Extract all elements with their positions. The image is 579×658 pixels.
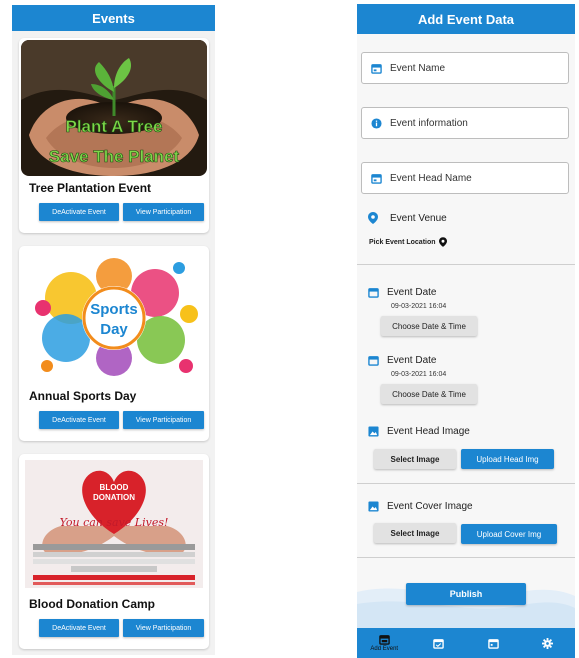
- sports-day-image: Sports Day: [21, 248, 207, 384]
- blood-image-text-1: BLOOD: [100, 483, 129, 492]
- select-head-image-button[interactable]: Select Image: [374, 449, 456, 469]
- nav-calendar-check[interactable]: [412, 628, 467, 658]
- choose-date-time-button[interactable]: Choose Date & Time: [381, 316, 477, 336]
- events-screen: Events Plant A Tree Save The Planet Tree…: [12, 5, 215, 655]
- events-app-bar: Events: [12, 5, 215, 31]
- event-date-value: 09-03-2021 16:04: [391, 303, 447, 310]
- blood-image-text-2: DONATION: [93, 493, 135, 502]
- calendar-icon: [370, 62, 382, 74]
- nav-settings[interactable]: [521, 628, 576, 658]
- blood-donation-image: BLOOD DONATION You can save Lives!: [21, 456, 207, 592]
- pick-event-location-label: Pick Event Location: [369, 238, 436, 246]
- tree-image-text-1: Plant A Tree: [66, 117, 163, 136]
- tree-image-text-2: Save The Planet: [49, 147, 180, 166]
- calendar-icon: [487, 638, 499, 649]
- location-pin-icon: [367, 212, 379, 224]
- divider: [357, 557, 575, 558]
- view-participation-button[interactable]: View Participation: [123, 411, 204, 429]
- card-title: Blood Donation Camp: [29, 597, 155, 611]
- event-head-name-placeholder: Event Head Name: [390, 172, 472, 184]
- add-event-app-bar: Add Event Data: [357, 4, 575, 34]
- add-event-form: Event Name Event information Event Head …: [357, 34, 575, 628]
- divider: [357, 483, 575, 484]
- info-icon: [370, 117, 382, 129]
- event-date-value: 09-03-2021 16:04: [391, 371, 447, 378]
- event-date-label: Event Date: [387, 355, 437, 366]
- nav-calendar[interactable]: [466, 628, 521, 658]
- calendar-plus-icon: [378, 634, 390, 645]
- events-title: Events: [92, 10, 135, 26]
- event-name-placeholder: Event Name: [390, 62, 446, 74]
- publish-button[interactable]: Publish: [406, 583, 526, 605]
- location-pin-icon: [438, 237, 447, 247]
- view-participation-button[interactable]: View Participation: [123, 619, 204, 637]
- pick-event-location-link[interactable]: Pick Event Location: [369, 237, 447, 247]
- calendar-check-icon: [433, 638, 445, 649]
- calendar-icon: [367, 286, 379, 298]
- event-head-name-field[interactable]: Event Head Name: [361, 162, 569, 194]
- sports-image-text-2: Day: [100, 321, 128, 338]
- add-event-title: Add Event Data: [417, 11, 515, 27]
- nav-add-event[interactable]: Add Event: [357, 628, 412, 658]
- deactivate-event-button[interactable]: DeActivate Event: [39, 203, 119, 221]
- tree-plantation-image: Plant A Tree Save The Planet: [21, 40, 207, 176]
- calendar-icon: [367, 354, 379, 366]
- image-icon: [367, 425, 379, 437]
- event-venue-label: Event Venue: [390, 213, 447, 224]
- upload-head-img-button[interactable]: Upload Head Img: [461, 449, 554, 469]
- view-participation-button[interactable]: View Participation: [123, 203, 204, 221]
- select-cover-image-button[interactable]: Select Image: [374, 523, 456, 543]
- add-event-screen: Add Event Data Event Name Event informat…: [357, 4, 575, 658]
- card-title: Annual Sports Day: [29, 389, 137, 403]
- bottom-navigation: Add Event: [357, 628, 575, 658]
- image-icon: [367, 500, 379, 512]
- event-card-sports-day: Sports Day Annual Sports Day DeActivate …: [19, 246, 209, 441]
- calendar-icon: [370, 172, 382, 184]
- divider: [357, 264, 575, 265]
- gear-icon: [542, 637, 554, 649]
- blood-image-text-3: You can save Lives!: [60, 516, 169, 529]
- deactivate-event-button[interactable]: DeActivate Event: [39, 411, 119, 429]
- event-name-field[interactable]: Event Name: [361, 52, 569, 84]
- event-date-label: Event Date: [387, 287, 437, 298]
- event-information-field[interactable]: Event information: [361, 107, 569, 139]
- card-title: Tree Plantation Event: [29, 181, 152, 195]
- sports-image-text-1: Sports: [90, 301, 138, 318]
- event-head-image-label: Event Head Image: [387, 426, 470, 437]
- choose-date-time-button[interactable]: Choose Date & Time: [381, 384, 477, 404]
- event-card-tree-plantation: Plant A Tree Save The Planet Tree Planta…: [19, 38, 209, 233]
- deactivate-event-button[interactable]: DeActivate Event: [39, 619, 119, 637]
- upload-cover-img-button[interactable]: Upload Cover Img: [461, 524, 557, 544]
- event-cover-image-label: Event Cover Image: [387, 501, 473, 512]
- nav-add-event-label: Add Event: [370, 646, 399, 652]
- event-information-placeholder: Event information: [390, 117, 468, 129]
- event-card-blood-donation: BLOOD DONATION You can save Lives! Blood…: [19, 454, 209, 649]
